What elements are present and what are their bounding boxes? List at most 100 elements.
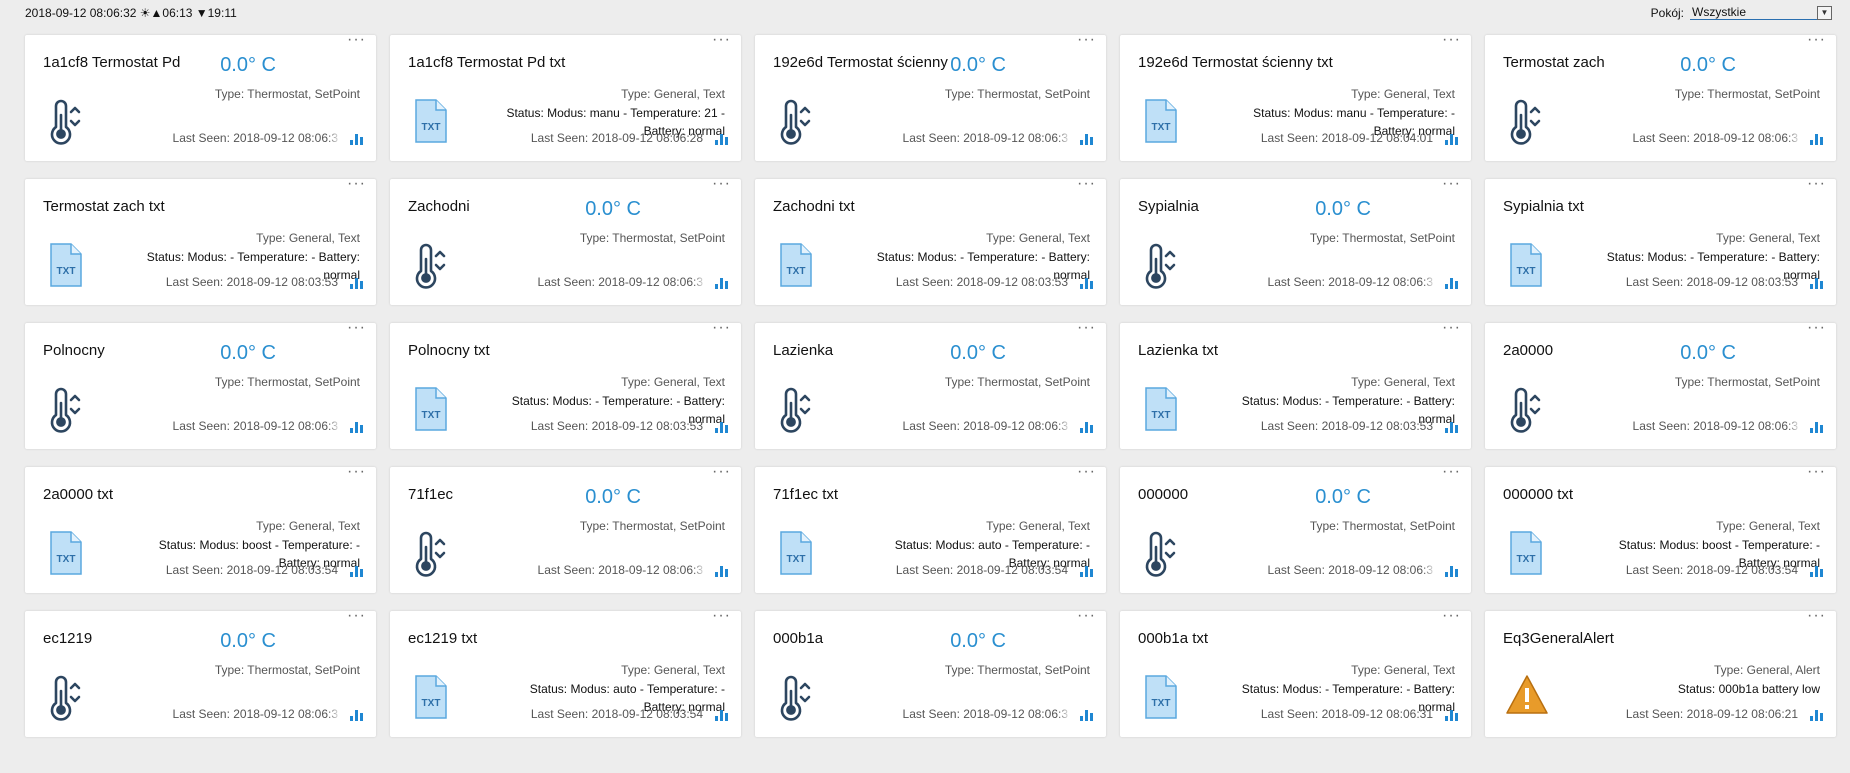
more-options-icon[interactable]: ··· [712, 35, 731, 49]
txt-file-icon: TXT [45, 529, 85, 577]
device-card[interactable]: ··· 192e6d Termostat ścienny txt Type: Ge… [1120, 35, 1471, 161]
device-card[interactable]: ··· ec1219 txt Type: General, Text Status:… [390, 611, 741, 737]
thermostat-icon [775, 385, 815, 433]
more-options-icon[interactable]: ··· [1807, 323, 1826, 337]
chart-icon[interactable] [350, 566, 364, 577]
txt-file-icon: TXT [1505, 529, 1545, 577]
device-card[interactable]: ··· 1a1cf8 Termostat Pd 0.0° C Type: Therm… [25, 35, 376, 161]
more-options-icon[interactable]: ··· [1077, 611, 1096, 625]
chart-icon[interactable] [350, 134, 364, 145]
more-options-icon[interactable]: ··· [712, 467, 731, 481]
device-card[interactable]: ··· Polnocny txt Type: General, Text Statu… [390, 323, 741, 449]
chart-icon[interactable] [1445, 134, 1459, 145]
text-fade [693, 269, 711, 291]
more-options-icon[interactable]: ··· [1442, 611, 1461, 625]
text-fade [1788, 125, 1806, 147]
device-card[interactable]: ··· Termostat zach txt Type: General, Tex… [25, 179, 376, 305]
chart-icon[interactable] [1080, 422, 1094, 433]
device-type: Type: General, Text [621, 663, 725, 677]
more-options-icon[interactable]: ··· [1077, 35, 1096, 49]
chart-icon[interactable] [715, 422, 729, 433]
more-options-icon[interactable]: ··· [712, 179, 731, 193]
more-options-icon[interactable]: ··· [1442, 323, 1461, 337]
more-options-icon[interactable]: ··· [1807, 35, 1826, 49]
chart-icon[interactable] [1445, 422, 1459, 433]
chart-icon[interactable] [1445, 278, 1459, 289]
device-type: Type: General, Text [621, 375, 725, 389]
text-fade [1423, 269, 1441, 291]
device-type: Type: General, Text [986, 519, 1090, 533]
dropdown-arrow-icon[interactable]: ▼ [1817, 6, 1832, 20]
more-options-icon[interactable]: ··· [1077, 323, 1096, 337]
device-card[interactable]: ··· Eq3GeneralAlert Type: General, Alert S… [1485, 611, 1836, 737]
more-options-icon[interactable]: ··· [1442, 179, 1461, 193]
device-card[interactable]: ··· Sypialnia txt Type: General, Text Stat… [1485, 179, 1836, 305]
more-options-icon[interactable]: ··· [1442, 467, 1461, 481]
device-card[interactable]: ··· 2a0000 txt Type: General, Text Status:… [25, 467, 376, 593]
chart-icon[interactable] [1810, 278, 1824, 289]
device-name: 192e6d Termostat ścienny [773, 54, 948, 71]
more-options-icon[interactable]: ··· [347, 467, 366, 481]
chart-icon[interactable] [1810, 710, 1824, 721]
warning-icon [1505, 673, 1548, 721]
device-card[interactable]: ··· 71f1ec txt Type: General, Text Status:… [755, 467, 1106, 593]
chart-icon[interactable] [1445, 566, 1459, 577]
more-options-icon[interactable]: ··· [1807, 467, 1826, 481]
chart-icon[interactable] [1080, 134, 1094, 145]
device-name: Sypialnia [1138, 198, 1199, 215]
chart-icon[interactable] [1810, 566, 1824, 577]
more-options-icon[interactable]: ··· [1077, 467, 1096, 481]
chart-icon[interactable] [350, 422, 364, 433]
text-fade [693, 557, 711, 579]
txt-file-icon: TXT [410, 385, 450, 433]
chart-icon[interactable] [715, 278, 729, 289]
device-card[interactable]: ··· ec1219 0.0° C Type: Thermostat, SetPoi… [25, 611, 376, 737]
device-card[interactable]: ··· 192e6d Termostat ścienny 0.0° C Type: … [755, 35, 1106, 161]
device-card[interactable]: ··· Polnocny 0.0° C Type: Thermostat, SetP… [25, 323, 376, 449]
thermostat-icon [45, 385, 85, 433]
device-card[interactable]: ··· Termostat zach 0.0° C Type: Thermostat… [1485, 35, 1836, 161]
chart-icon[interactable] [1080, 278, 1094, 289]
more-options-icon[interactable]: ··· [1807, 611, 1826, 625]
chart-icon[interactable] [1080, 710, 1094, 721]
device-type: Type: Thermostat, SetPoint [214, 663, 360, 677]
more-options-icon[interactable]: ··· [712, 611, 731, 625]
device-last-seen: Last Seen: 2018-09-12 08:06:3 [537, 275, 703, 289]
more-options-icon[interactable]: ··· [1077, 179, 1096, 193]
device-card[interactable]: ··· 71f1ec 0.0° C Type: Thermostat, SetPoi… [390, 467, 741, 593]
device-temperature: 0.0° C [220, 342, 276, 364]
more-options-icon[interactable]: ··· [1442, 35, 1461, 49]
more-options-icon[interactable]: ··· [347, 179, 366, 193]
chart-icon[interactable] [715, 566, 729, 577]
chart-icon[interactable] [1080, 566, 1094, 577]
device-name: Termostat zach txt [43, 198, 165, 215]
device-last-seen: Last Seen: 2018-09-12 08:06:3 [902, 419, 1068, 433]
device-card[interactable]: ··· 1a1cf8 Termostat Pd txt Type: General… [390, 35, 741, 161]
more-options-icon[interactable]: ··· [1807, 179, 1826, 193]
device-card[interactable]: ··· Zachodni txt Type: General, Text Statu… [755, 179, 1106, 305]
device-card[interactable]: ··· 000b1a 0.0° C Type: Thermostat, SetPoi… [755, 611, 1106, 737]
device-card[interactable]: ··· 2a0000 0.0° C Type: Thermostat, SetPoi… [1485, 323, 1836, 449]
chart-icon[interactable] [1810, 134, 1824, 145]
device-card[interactable]: ··· 000000 txt Type: General, Text Status:… [1485, 467, 1836, 593]
chart-icon[interactable] [1810, 422, 1824, 433]
more-options-icon[interactable]: ··· [347, 611, 366, 625]
chart-icon[interactable] [350, 278, 364, 289]
device-card[interactable]: ··· 000b1a txt Type: General, Text Status:… [1120, 611, 1471, 737]
device-card[interactable]: ··· Sypialnia 0.0° C Type: Thermostat, Set… [1120, 179, 1471, 305]
more-options-icon[interactable]: ··· [347, 323, 366, 337]
room-select[interactable]: Wszystkie ▼ [1690, 5, 1832, 20]
chart-icon[interactable] [715, 710, 729, 721]
more-options-icon[interactable]: ··· [347, 35, 366, 49]
chart-icon[interactable] [350, 710, 364, 721]
more-options-icon[interactable]: ··· [712, 323, 731, 337]
device-card[interactable]: ··· 000000 0.0° C Type: Thermostat, SetPoi… [1120, 467, 1471, 593]
device-name: Zachodni txt [773, 198, 855, 215]
device-name: Sypialnia txt [1503, 198, 1584, 215]
chart-icon[interactable] [715, 134, 729, 145]
chart-icon[interactable] [1445, 710, 1459, 721]
device-card[interactable]: ··· Zachodni 0.0° C Type: Thermostat, SetP… [390, 179, 741, 305]
device-last-seen: Last Seen: 2018-09-12 08:03:54 [165, 563, 338, 577]
device-card[interactable]: ··· Lazienka txt Type: General, Text Statu… [1120, 323, 1471, 449]
device-card[interactable]: ··· Lazienka 0.0° C Type: Thermostat, SetP… [755, 323, 1106, 449]
